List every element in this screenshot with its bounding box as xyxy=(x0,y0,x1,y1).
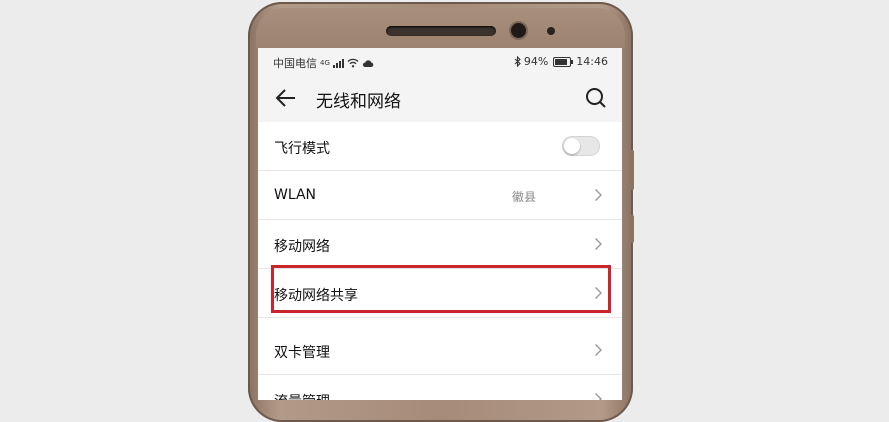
wlan-label: WLAN xyxy=(274,187,317,203)
setting-row-wlan[interactable]: WLAN 徽县 xyxy=(258,171,622,220)
mobile-network-label: 移动网络 xyxy=(274,239,330,255)
clock: 14:46 xyxy=(576,55,608,68)
wlan-value: 徽县 xyxy=(511,190,536,204)
bluetooth-icon xyxy=(514,56,521,67)
phone-screen: 中国电信 4G 94% 14:46 无线和网络 飞行模式 WLAN 徽县 移动网… xyxy=(258,48,622,400)
app-bar: 无线和网络 xyxy=(258,74,622,122)
search-icon[interactable] xyxy=(584,86,608,110)
cloud-icon xyxy=(362,59,374,67)
setting-row-data-usage[interactable]: 流量管理 xyxy=(258,375,622,400)
phone-top-bezel xyxy=(256,8,625,48)
chevron-right-icon xyxy=(595,189,602,201)
proximity-sensor xyxy=(547,27,555,35)
dual-sim-label: 双卡管理 xyxy=(274,345,330,361)
chevron-right-icon xyxy=(595,238,602,250)
carrier-label: 中国电信 xyxy=(273,57,317,70)
chevron-right-icon xyxy=(595,393,602,400)
page-title: 无线和网络 xyxy=(316,92,401,112)
setting-row-tethering[interactable]: 移动网络共享 xyxy=(258,269,622,318)
settings-list: 飞行模式 WLAN 徽县 移动网络 移动网络共享 双卡管理 流量管理 xyxy=(258,122,622,400)
chevron-right-icon xyxy=(595,344,602,356)
chevron-right-icon xyxy=(595,287,602,299)
toggle-knob xyxy=(564,138,580,154)
setting-row-airplane-mode[interactable]: 飞行模式 xyxy=(258,122,622,171)
airplane-mode-label: 飞行模式 xyxy=(274,141,330,157)
earpiece-speaker xyxy=(386,26,496,36)
network-type-label: 4G xyxy=(320,59,330,67)
volume-button xyxy=(630,150,634,190)
status-bar: 中国电信 4G 94% 14:46 xyxy=(258,48,622,74)
power-button xyxy=(630,215,634,243)
data-usage-label: 流量管理 xyxy=(274,391,330,400)
setting-row-mobile-network[interactable]: 移动网络 xyxy=(258,220,622,269)
setting-row-dual-sim[interactable]: 双卡管理 xyxy=(258,318,622,375)
front-camera xyxy=(511,23,526,38)
airplane-mode-toggle[interactable] xyxy=(562,136,600,156)
tethering-label: 移动网络共享 xyxy=(274,288,358,304)
wifi-icon xyxy=(347,58,359,68)
arrow-left-icon[interactable] xyxy=(274,87,298,109)
signal-icon xyxy=(332,58,344,68)
battery-icon xyxy=(553,56,574,67)
battery-percent: 94% xyxy=(523,55,549,68)
